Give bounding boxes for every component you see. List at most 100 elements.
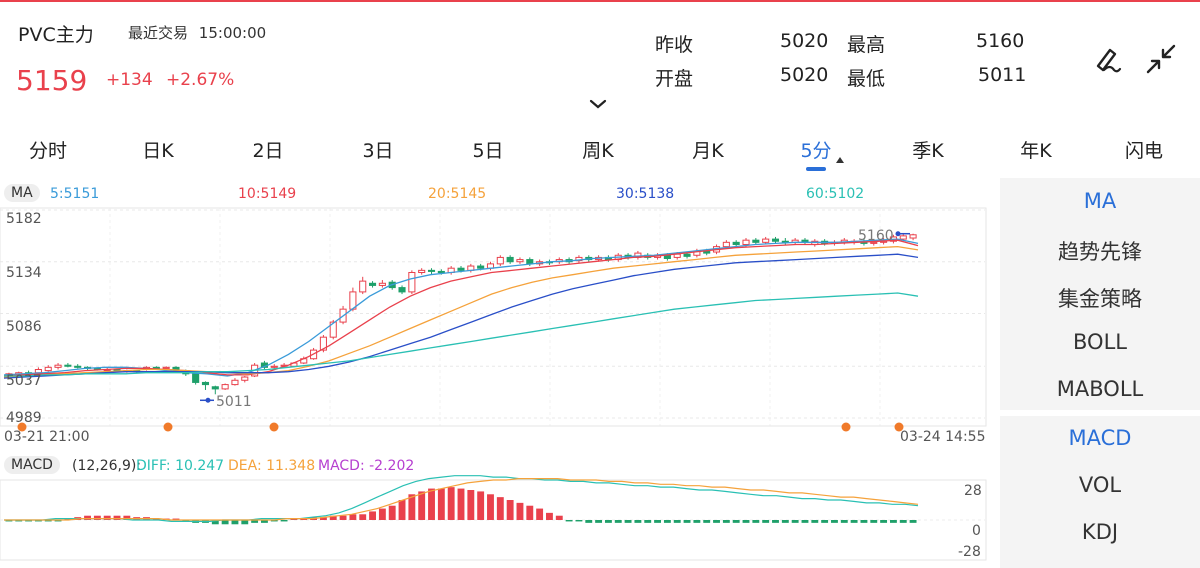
active-tab-underline xyxy=(806,167,826,171)
candle-body xyxy=(899,235,907,240)
macd-hist-bar xyxy=(604,520,612,523)
candle-body xyxy=(683,253,691,257)
macd-hist-bar xyxy=(546,512,553,520)
tab-flash[interactable]: 闪电 xyxy=(1125,136,1163,163)
tab-5day[interactable]: 5日 xyxy=(472,136,503,163)
tab-month-k[interactable]: 月K xyxy=(692,136,723,163)
macd-hist-bar xyxy=(369,511,376,520)
draw-icon[interactable] xyxy=(1090,42,1124,76)
candle-body xyxy=(457,267,465,271)
sidebar-item-vol[interactable]: VOL xyxy=(1000,473,1200,497)
macd-hist-bar xyxy=(791,520,799,523)
tab-year-k[interactable]: 年K xyxy=(1020,136,1051,163)
sidebar-item-jijin-strategy[interactable]: 集金策略 xyxy=(1000,283,1200,313)
candle-body xyxy=(378,282,386,286)
sidebar-item-maboll[interactable]: MABOLL xyxy=(1000,377,1200,401)
macd-hist-bar xyxy=(575,520,583,522)
macd-hist-bar xyxy=(595,520,603,523)
open-label: 开盘 xyxy=(655,68,694,90)
macd-hist-bar xyxy=(378,508,386,520)
tab-week-k[interactable]: 周K xyxy=(582,136,613,163)
candle-body xyxy=(359,280,367,293)
macd-hist-bar xyxy=(388,505,396,520)
candle-body xyxy=(201,381,210,386)
ma5-legend: 5:5151 xyxy=(50,186,100,202)
last-trade: 最近交易 15:00:00 xyxy=(128,22,266,43)
low-marker-dot xyxy=(205,397,211,403)
macd-hist-bar xyxy=(339,515,347,520)
macd-hist-bar xyxy=(103,515,111,520)
macd-hist-bar xyxy=(752,520,760,523)
macd-hist-bar xyxy=(447,487,455,520)
candle-body xyxy=(398,287,406,293)
last-price: 5159 xyxy=(16,64,88,97)
macd-y-label-zero: 0 xyxy=(972,523,981,539)
candle-body xyxy=(369,282,377,286)
tab-2day[interactable]: 2日 xyxy=(252,136,283,163)
macd-value-legend: MACD: -2.202 xyxy=(318,458,415,474)
ma30-legend: 30:5138 xyxy=(616,186,675,202)
sidebar-item-macd[interactable]: MACD xyxy=(1000,426,1200,450)
indicator-sidebar: MA 趋势先锋 集金策略 BOLL MABOLL MACD VOL KDJ xyxy=(1000,178,1200,568)
macd-hist-bar xyxy=(506,500,514,520)
macd-hist-bar xyxy=(732,520,740,523)
candle-body xyxy=(496,256,504,265)
candle-body xyxy=(54,364,62,368)
prev-close-value: 5020 xyxy=(780,30,829,52)
tab-day-k[interactable]: 日K xyxy=(142,136,173,163)
macd-hist-bar xyxy=(821,520,829,523)
chevron-down-icon[interactable] xyxy=(588,98,608,110)
event-dot xyxy=(841,422,851,432)
candle-body xyxy=(752,239,760,243)
y-label-5037: 5037 xyxy=(6,373,42,389)
macd-hist-bar xyxy=(221,520,229,525)
macd-hist-bar xyxy=(585,520,593,523)
macd-hist-bar xyxy=(781,520,789,523)
macd-y-label-bottom: -28 xyxy=(958,544,981,560)
macd-hist-bar xyxy=(241,520,249,525)
tab-3day[interactable]: 3日 xyxy=(362,136,393,163)
macd-hist-bar xyxy=(880,520,888,523)
tab-5min[interactable]: 5分 xyxy=(800,136,831,163)
candle-body xyxy=(64,364,72,367)
prev-close-label: 昨收 xyxy=(655,34,694,56)
open-value: 5020 xyxy=(780,64,829,86)
macd-hist-bar xyxy=(231,520,239,525)
macd-indicator-pill[interactable]: MACD xyxy=(4,456,60,474)
last-trade-label: 最近交易 xyxy=(128,24,189,42)
candle-body xyxy=(437,270,445,274)
candle-body xyxy=(44,366,52,372)
high-marker-label: 5160 xyxy=(858,228,894,244)
sidebar-item-boll[interactable]: BOLL xyxy=(1000,330,1200,354)
y-label-5182: 5182 xyxy=(6,211,42,227)
macd-y-label-top: 28 xyxy=(964,483,982,499)
sidebar-item-ma[interactable]: MA xyxy=(1000,189,1200,213)
candle-body xyxy=(270,365,278,368)
macd-hist-bar xyxy=(624,520,632,523)
macd-hist-bar xyxy=(280,520,288,522)
candle-body xyxy=(722,241,730,248)
candle-body xyxy=(771,238,780,242)
tab-quarter-k[interactable]: 季K xyxy=(912,136,943,163)
macd-hist-bar xyxy=(811,520,819,523)
macd-params: (12,26,9): xyxy=(72,458,142,474)
tab-dropdown-caret-icon[interactable] xyxy=(836,157,844,163)
macd-hist-bar xyxy=(673,520,681,523)
candle-body xyxy=(477,265,485,269)
candle-body xyxy=(241,376,249,381)
macd-hist-bar xyxy=(742,520,750,523)
chart-area[interactable]: MA 5:5151 10:5149 20:5145 30:5138 60:510… xyxy=(0,178,998,568)
macd-hist-bar xyxy=(428,488,435,520)
macd-hist-bar xyxy=(889,520,897,523)
tab-fenshi[interactable]: 分时 xyxy=(29,136,67,163)
y-label-5134: 5134 xyxy=(6,265,42,281)
price-change-pct: +2.67% xyxy=(166,70,235,90)
macd-hist-bar xyxy=(663,520,671,523)
macd-hist-bar xyxy=(536,508,544,520)
x-label-start: 03-21 21:00 xyxy=(4,429,90,445)
collapse-icon[interactable] xyxy=(1144,42,1178,76)
sidebar-item-kdj[interactable]: KDJ xyxy=(1000,520,1200,544)
sidebar-item-trend-pioneer[interactable]: 趋势先锋 xyxy=(1000,236,1200,266)
ma-indicator-pill[interactable]: MA xyxy=(4,184,40,202)
candle-body xyxy=(762,238,770,243)
